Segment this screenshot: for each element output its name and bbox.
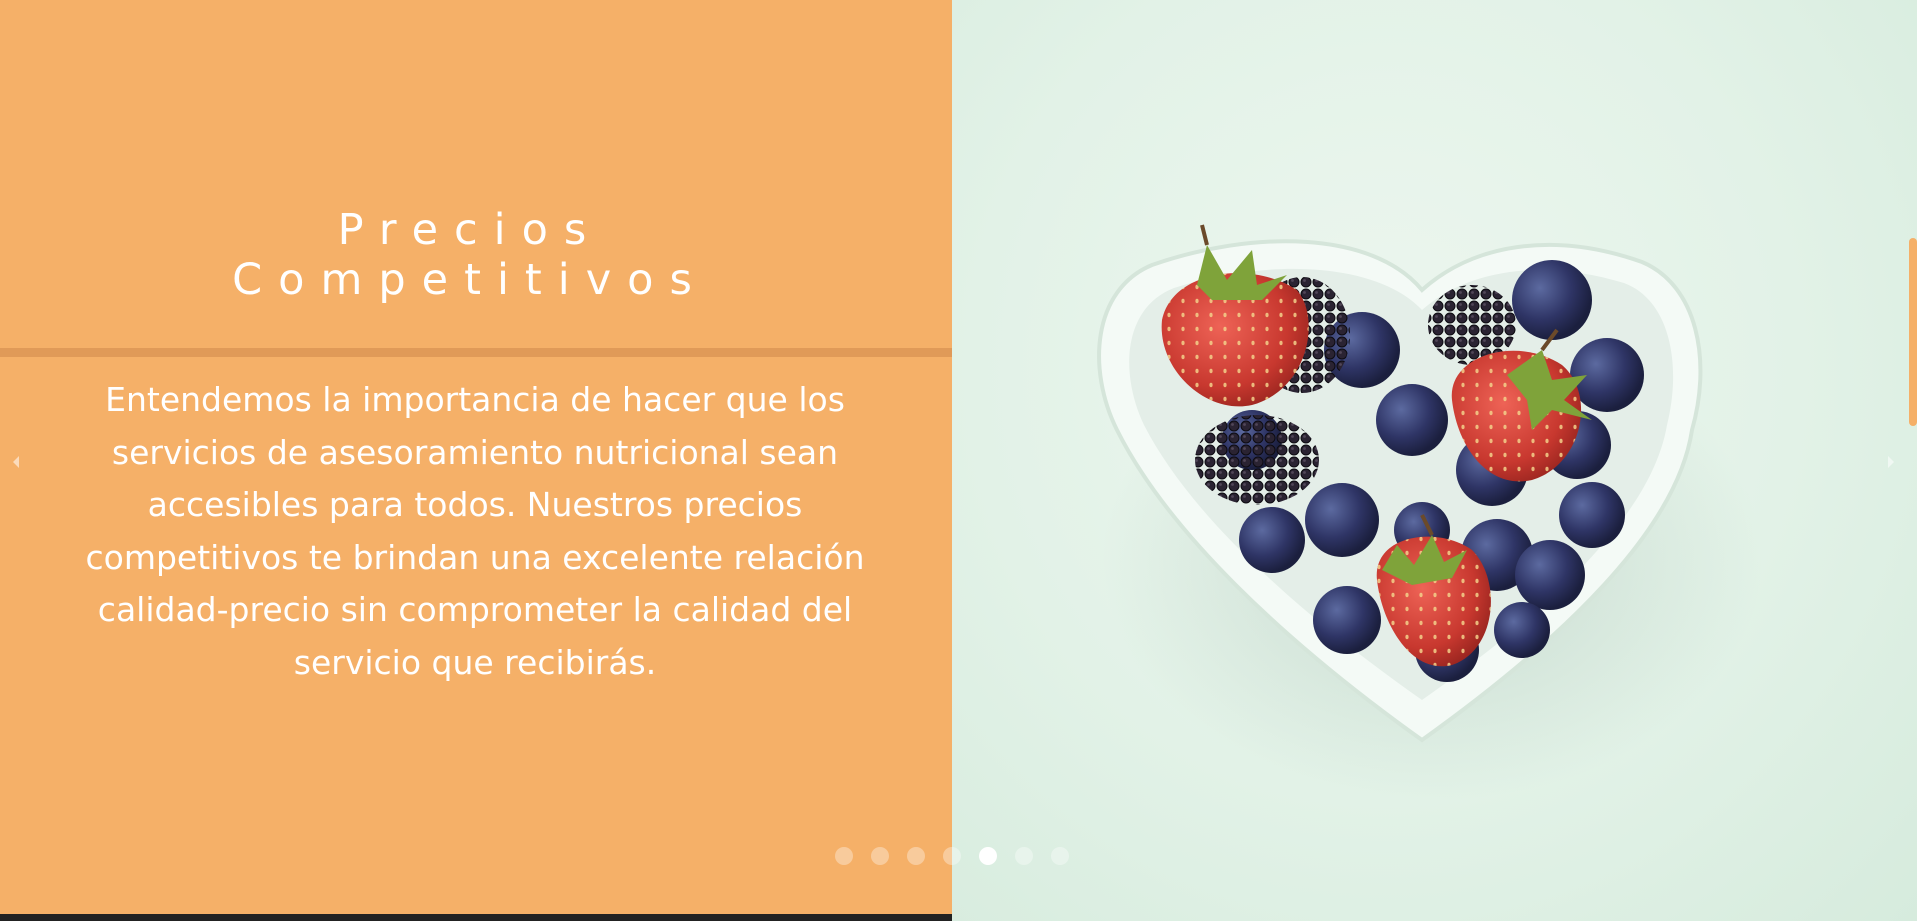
pagination-dot-1[interactable] <box>835 847 853 865</box>
slide-pagination <box>835 847 1069 865</box>
bottom-edge <box>0 914 952 921</box>
pagination-dot-6[interactable] <box>1015 847 1033 865</box>
page-scrollbar[interactable] <box>1906 0 1917 921</box>
pagination-dot-5[interactable] <box>979 847 997 865</box>
hero-slider: Precios Competitivos Entendemos la impor… <box>0 0 1917 921</box>
chevron-left-icon <box>13 456 19 468</box>
image-panel <box>952 0 1917 921</box>
pagination-dot-2[interactable] <box>871 847 889 865</box>
text-panel: Precios Competitivos Entendemos la impor… <box>0 0 952 921</box>
prev-slide-button[interactable] <box>6 452 26 472</box>
scrollbar-thumb[interactable] <box>1909 238 1917 426</box>
slide-title: Precios Competitivos <box>0 205 940 305</box>
pagination-dot-4[interactable] <box>943 847 961 865</box>
next-slide-button[interactable] <box>1881 452 1901 472</box>
pagination-dot-3[interactable] <box>907 847 925 865</box>
slide-title-line-2: Competitivos <box>232 255 708 305</box>
title-divider <box>0 348 952 357</box>
berries-heart-bowl-image <box>1097 224 1762 800</box>
slide-description: Entendemos la importancia de hacer que l… <box>85 380 865 682</box>
slide-title-line-1: Precios <box>337 205 603 255</box>
chevron-right-icon <box>1888 456 1894 468</box>
pagination-dot-7[interactable] <box>1051 847 1069 865</box>
